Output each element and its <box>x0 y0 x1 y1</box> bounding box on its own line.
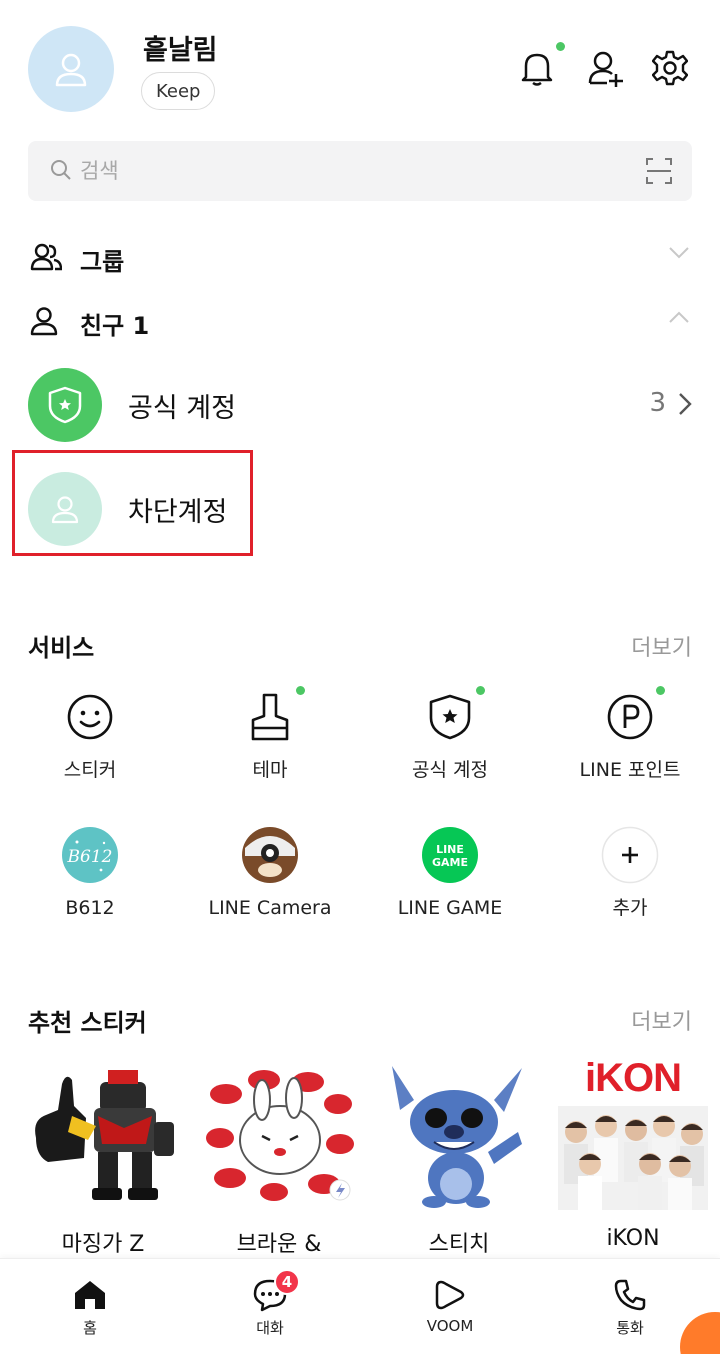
points-icon <box>601 686 665 746</box>
ikon-sticker-image: iKON <box>558 1056 708 1210</box>
phone-icon <box>570 1275 690 1315</box>
new-notification-dot <box>556 42 565 51</box>
line-game-app-icon: LINE GAME <box>421 826 479 884</box>
new-dot <box>656 686 665 695</box>
sticker-item[interactable]: 마징가 Z <box>28 1060 178 1258</box>
sticker-label: iKON <box>606 1226 660 1251</box>
svg-text:B612: B612 <box>67 847 113 867</box>
sticker-item[interactable]: 브라운 & <box>204 1060 354 1258</box>
groups-section-header[interactable]: 그룹 <box>28 236 692 280</box>
qr-scan-icon[interactable] <box>646 157 672 185</box>
service-official-account[interactable]: 공식 계정 <box>360 686 540 782</box>
svg-text:GAME: GAME <box>432 856 468 869</box>
nav-calls[interactable]: 통화 <box>570 1275 690 1338</box>
stitch-sticker-image <box>384 1060 534 1210</box>
new-dot <box>296 686 305 695</box>
service-label: B612 <box>65 897 115 919</box>
line-camera-app-icon <box>241 826 299 884</box>
chat-bubble-icon: 4 <box>210 1269 330 1315</box>
chevron-down-icon[interactable] <box>668 246 690 260</box>
service-label: LINE 포인트 <box>579 759 681 781</box>
voom-play-icon <box>390 1275 510 1315</box>
official-account-avatar <box>28 368 102 442</box>
friend-row-official-accounts[interactable]: 공식 계정 3 <box>28 368 692 442</box>
person-outline-icon <box>30 307 58 336</box>
profile-avatar[interactable] <box>28 26 114 112</box>
stickers-title: 추천 스티커 <box>28 1009 147 1037</box>
service-line-game[interactable]: LINE GAME LINE GAME <box>360 826 540 920</box>
highlight-annotation-box <box>12 450 253 556</box>
services-more-link[interactable]: 더보기 <box>631 630 692 662</box>
service-line-points[interactable]: LINE 포인트 <box>540 686 720 782</box>
home-icon <box>30 1275 150 1315</box>
brown-cony-sticker-image <box>204 1060 354 1210</box>
nav-label: 통화 <box>616 1319 644 1337</box>
bottom-navigation: 홈 4 대화 VOOM 통화 <box>0 1258 720 1354</box>
shield-star-icon <box>421 686 485 746</box>
service-label: LINE Camera <box>208 897 332 919</box>
person-icon <box>55 53 87 87</box>
shield-star-icon <box>48 386 82 424</box>
svg-text:LINE: LINE <box>436 843 464 856</box>
nav-chats[interactable]: 4 대화 <box>210 1269 330 1338</box>
new-dot <box>476 686 485 695</box>
nav-label: 홈 <box>83 1319 97 1337</box>
settings-gear-icon[interactable] <box>650 48 690 88</box>
mazinger-sticker-image <box>28 1060 178 1210</box>
search-icon <box>51 160 71 180</box>
chevron-up-icon[interactable] <box>668 310 690 324</box>
sticker-item[interactable]: iKON iKON <box>558 1056 708 1251</box>
b612-app-icon: B612 <box>61 826 119 884</box>
nav-voom[interactable]: VOOM <box>390 1275 510 1335</box>
service-label: 공식 계정 <box>412 759 488 781</box>
service-label: 추가 <box>612 897 648 919</box>
sticker-label: 브라운 & <box>236 1232 322 1257</box>
service-label: 스티커 <box>63 759 117 781</box>
nav-label: VOOM <box>426 1317 474 1335</box>
groups-label: 그룹 <box>80 248 125 276</box>
service-sticker[interactable]: 스티커 <box>0 688 180 782</box>
stickers-more-link[interactable]: 더보기 <box>631 1004 692 1036</box>
search-bar[interactable]: 검색 <box>28 141 692 201</box>
nav-label: 대화 <box>256 1319 284 1337</box>
services-title: 서비스 <box>28 634 95 662</box>
nav-home[interactable]: 홈 <box>30 1275 150 1338</box>
chevron-right-icon <box>679 393 692 415</box>
brush-icon <box>241 686 305 746</box>
plus-icon <box>601 826 659 884</box>
service-add[interactable]: 추가 <box>540 826 720 920</box>
sticker-label: 스티치 <box>428 1232 490 1257</box>
service-b612[interactable]: B612 B612 <box>0 826 180 920</box>
sticker-label: 마징가 Z <box>61 1232 145 1257</box>
unread-badge: 4 <box>274 1269 300 1295</box>
friends-section-header[interactable]: 친구 1 <box>28 300 692 344</box>
search-input[interactable]: 검색 <box>80 141 119 201</box>
friend-count: 3 <box>649 388 666 418</box>
service-line-camera[interactable]: LINE Camera <box>180 826 360 920</box>
group-icon <box>30 243 62 271</box>
friend-name: 공식 계정 <box>128 393 236 424</box>
sticker-item[interactable]: 스티치 <box>384 1060 534 1258</box>
profile-name[interactable]: 흩날림 <box>143 28 218 67</box>
friends-label: 친구 1 <box>80 312 150 340</box>
add-friend-icon[interactable] <box>586 48 626 88</box>
service-label: LINE GAME <box>397 897 503 919</box>
keep-button[interactable]: Keep <box>141 72 216 110</box>
smile-icon <box>61 688 119 746</box>
service-theme[interactable]: 테마 <box>180 686 360 782</box>
notification-bell-icon[interactable] <box>517 42 565 88</box>
service-label: 테마 <box>252 759 288 781</box>
